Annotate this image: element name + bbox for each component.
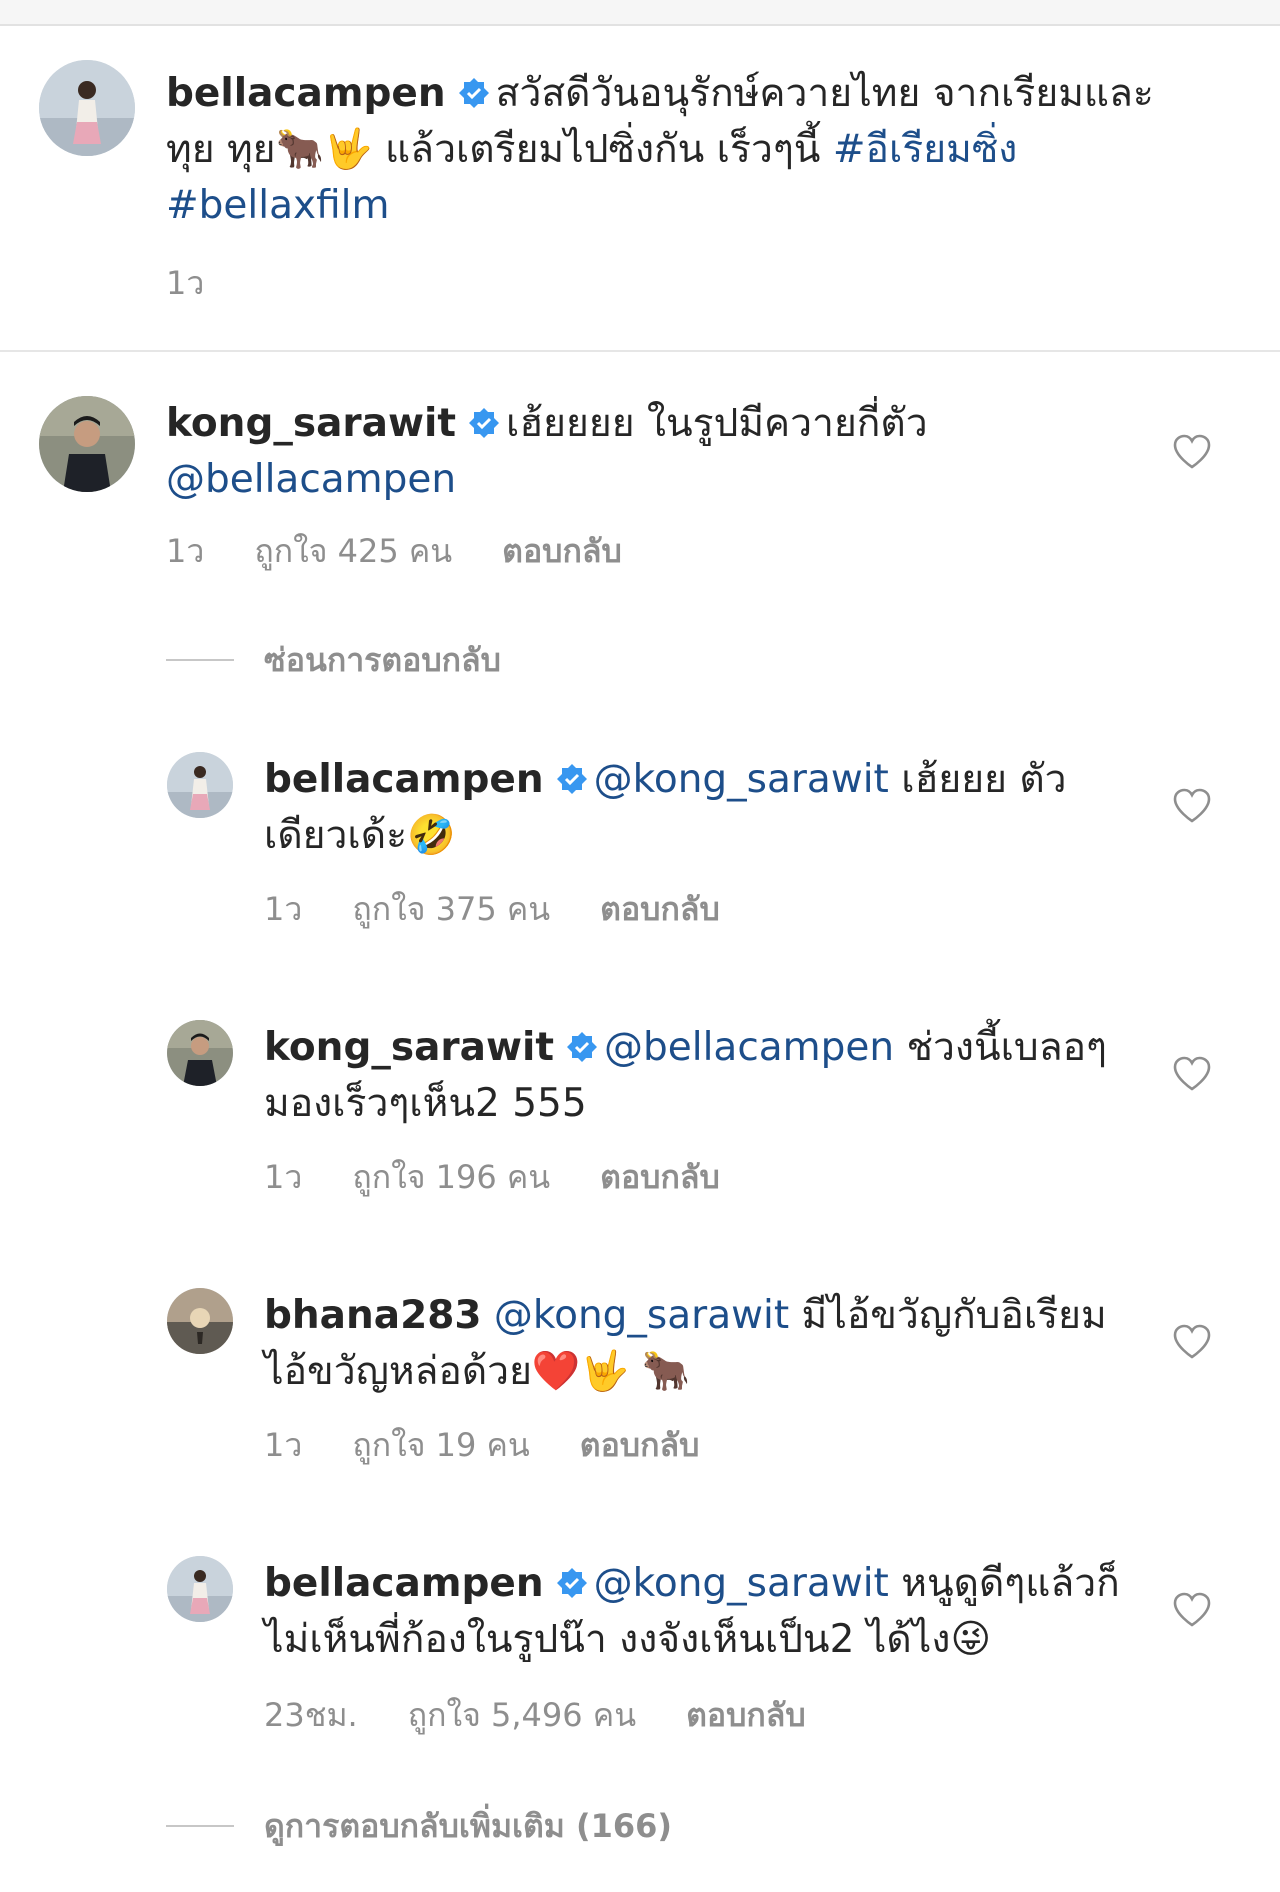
avatar-image — [39, 396, 135, 492]
avatar-image — [39, 60, 135, 156]
mention-link[interactable]: @kong_sarawit — [594, 757, 889, 802]
reply-meta: 23ชม. ถูกใจ 5,496 คน ตอบกลับ — [264, 1690, 856, 1741]
avatar-image — [167, 1020, 233, 1086]
avatar-bellacampen[interactable] — [167, 752, 233, 818]
mention-link[interactable]: @kong_sarawit — [594, 1561, 889, 1606]
view-more-replies-label: ดูการตอบกลับเพิ่มเติม (166) — [264, 1806, 673, 1845]
reply-button[interactable]: ตอบกลับ — [600, 890, 720, 928]
hashtag-link[interactable]: #bellaxfilm — [166, 183, 389, 228]
reply-likes[interactable]: ถูกใจ 19 คน — [352, 1426, 529, 1464]
like-heart-icon[interactable] — [1172, 1324, 1212, 1360]
reply-text: kong_sarawit @bellacampen ช่วงนี้เบลอๆ มอ… — [264, 1020, 1144, 1132]
reply-likes[interactable]: ถูกใจ 5,496 คน — [408, 1696, 636, 1734]
reply-meta: 1ว ถูกใจ 196 คน ตอบกลับ — [264, 1152, 770, 1203]
mention-link[interactable]: @bellacampen — [604, 1025, 894, 1070]
reply-button[interactable]: ตอบกลับ — [502, 532, 622, 570]
like-heart-icon[interactable] — [1172, 1056, 1212, 1092]
reply-button[interactable]: ตอบกลับ — [580, 1426, 700, 1464]
avatar-image — [167, 752, 233, 818]
top-bar — [0, 0, 1280, 26]
hashtag-link[interactable]: #อีเรียมซิ่ง — [833, 127, 1017, 172]
verified-badge-icon — [566, 1031, 598, 1063]
comment-likes[interactable]: ถูกใจ 425 คน — [254, 532, 452, 570]
like-heart-icon[interactable] — [1172, 1592, 1212, 1628]
reply-likes[interactable]: ถูกใจ 375 คน — [352, 890, 550, 928]
avatar-image — [167, 1556, 233, 1622]
verified-badge-icon — [468, 407, 500, 439]
like-heart-icon[interactable] — [1172, 788, 1212, 824]
hide-replies-label: ซ่อนการตอบกลับ — [264, 640, 501, 679]
reply-time: 1ว — [264, 890, 303, 928]
reply-meta: 1ว ถูกใจ 19 คน ตอบกลับ — [264, 1420, 749, 1471]
verified-badge-icon — [556, 763, 588, 795]
comment-text: kong_sarawit เฮ้ยยยย ในรูปมีควายกี่ตัว @b… — [166, 396, 1086, 508]
reply-text: bellacampen @kong_sarawit หนูดูดีๆแล้วก็ไ… — [264, 1556, 1144, 1668]
verified-badge-icon — [458, 77, 490, 109]
reply-username[interactable]: kong_sarawit — [264, 1025, 554, 1070]
avatar-kong_sarawit[interactable] — [167, 1020, 233, 1086]
avatar-bellacampen[interactable] — [167, 1556, 233, 1622]
avatar-image — [167, 1288, 233, 1354]
avatar-bhana283[interactable] — [167, 1288, 233, 1354]
post-caption: bellacampen สวัสดีวันอนุรักษ์ควายไทย จากเ… — [0, 26, 1280, 350]
reply-username[interactable]: bellacampen — [264, 1561, 544, 1606]
caption-username[interactable]: bellacampen — [166, 71, 446, 116]
comment-body: เฮ้ยยยย ในรูปมีควายกี่ตัว — [506, 401, 928, 446]
reply-text: bellacampen @kong_sarawit เฮ้ยยย ตัวเดียว… — [264, 752, 1144, 864]
caption-time: 1ว — [166, 264, 205, 302]
caption-text: bellacampen สวัสดีวันอนุรักษ์ควายไทย จากเ… — [166, 66, 1166, 234]
avatar-kong_sarawit[interactable] — [39, 396, 135, 492]
like-heart-icon[interactable] — [1172, 434, 1212, 470]
comment-meta: 1ว ถูกใจ 425 คน ตอบกลับ — [166, 526, 672, 577]
comment-time: 1ว — [166, 532, 205, 570]
reply-meta: 1ว ถูกใจ 375 คน ตอบกลับ — [264, 884, 770, 935]
divider — [0, 350, 1280, 352]
caption-meta: 1ว — [166, 258, 254, 309]
toggle-line — [166, 1825, 234, 1827]
mention-link[interactable]: @bellacampen — [166, 457, 456, 502]
toggle-line — [166, 659, 234, 661]
reply-time: 1ว — [264, 1158, 303, 1196]
mention-link[interactable]: @kong_sarawit — [494, 1293, 789, 1338]
reply-button[interactable]: ตอบกลับ — [686, 1696, 806, 1734]
comment-username[interactable]: kong_sarawit — [166, 401, 456, 446]
verified-badge-icon — [556, 1567, 588, 1599]
avatar-bellacampen[interactable] — [39, 60, 135, 156]
reply-username[interactable]: bellacampen — [264, 757, 544, 802]
reply-text: bhana283 @kong_sarawit มีไอ้ขวัญกับอิเรี… — [264, 1288, 1144, 1400]
view-more-replies-button[interactable]: ดูการตอบกลับเพิ่มเติม (166) — [166, 1806, 672, 1846]
reply-time: 23ชม. — [264, 1696, 358, 1734]
reply-button[interactable]: ตอบกลับ — [600, 1158, 720, 1196]
hide-replies-button[interactable]: ซ่อนการตอบกลับ — [166, 640, 501, 680]
reply-username[interactable]: bhana283 — [264, 1293, 482, 1338]
reply-time: 1ว — [264, 1426, 303, 1464]
reply-likes[interactable]: ถูกใจ 196 คน — [352, 1158, 550, 1196]
